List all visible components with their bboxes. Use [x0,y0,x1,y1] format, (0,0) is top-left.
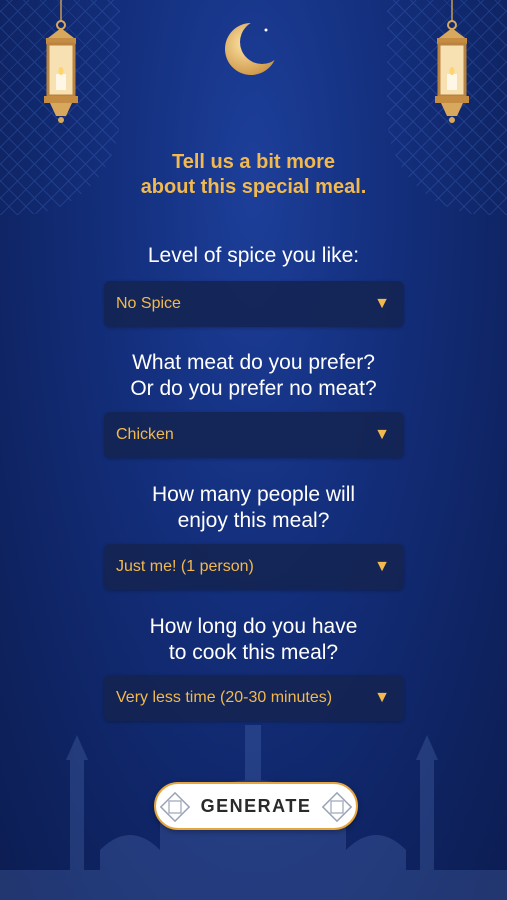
people-dropdown[interactable]: Just me! (1 person) ▼ [104,544,404,590]
meat-dropdown-value: Chicken [116,426,174,443]
dropdown-arrow-icon: ▼ [374,558,390,575]
crescent-moon-icon [225,23,277,75]
spice-dropdown[interactable]: No Spice ▼ [104,281,404,327]
meat-question-line-2: Or do you prefer no meat? [130,377,377,400]
people-dropdown-value: Just me! (1 person) [116,558,254,575]
people-question-line-1: How many people will [151,483,356,506]
meat-question: What meat do you prefer? Or do you prefe… [0,350,507,402]
headline-line-2: about this special meal. [140,176,367,198]
ornament-icon [160,792,190,822]
dropdown-arrow-icon: ▼ [374,295,390,312]
people-question: How many people will enjoy this meal? [0,482,507,534]
time-question: How long do you have to cook this meal? [0,614,507,666]
ornament-icon [322,792,352,822]
lantern-right-icon [435,0,469,123]
dropdown-arrow-icon: ▼ [374,426,390,443]
page-headline: Tell us a bit more about this special me… [0,150,507,200]
lantern-left-icon [44,0,78,123]
generate-button-label: GENERATE [200,795,312,816]
spice-question: Level of spice you like: [0,243,507,269]
spice-dropdown-value: No Spice [116,295,181,312]
headline-line-1: Tell us a bit more [172,151,335,173]
people-question-line-2: enjoy this meal? [177,509,330,532]
spice-question-text: Level of spice you like: [147,244,360,267]
time-question-line-2: to cook this meal? [168,641,339,664]
generate-button[interactable]: GENERATE [154,782,358,830]
meat-question-line-1: What meat do you prefer? [132,351,375,374]
time-question-line-1: How long do you have [149,615,358,638]
meat-dropdown[interactable]: Chicken ▼ [104,412,404,458]
